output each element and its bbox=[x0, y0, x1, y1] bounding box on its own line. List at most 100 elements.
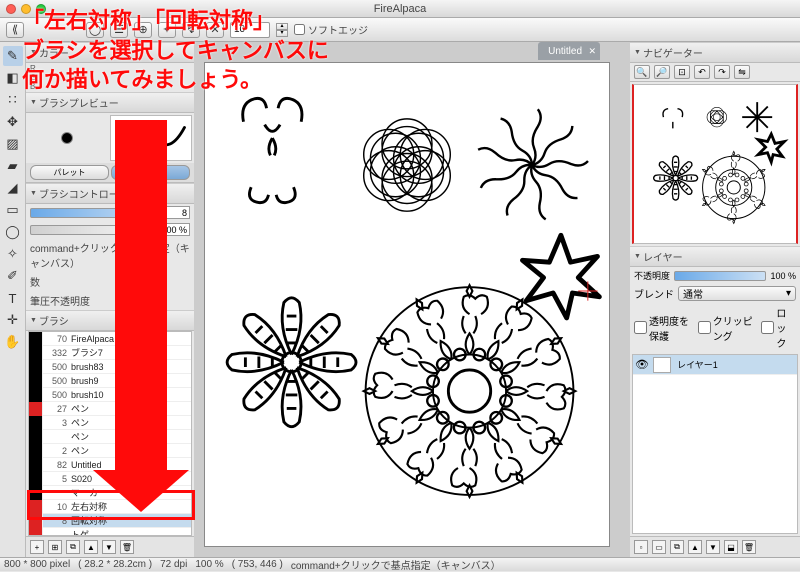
brush-size-label: 500 bbox=[43, 376, 71, 386]
brush-size-label: 2 bbox=[43, 446, 71, 456]
document-tab[interactable]: Untitled✕ bbox=[538, 42, 600, 60]
palette-tab[interactable]: パレット bbox=[30, 165, 109, 180]
flip-button[interactable]: ⇋ bbox=[734, 65, 750, 79]
duplicate-layer-button[interactable]: ⧉ bbox=[670, 540, 684, 554]
status-dpi: 72 dpi bbox=[160, 559, 187, 570]
chevron-down-icon: ▾ bbox=[786, 288, 791, 299]
brush-size-label: 332 bbox=[43, 348, 71, 358]
delete-brush-button[interactable]: 🗑 bbox=[120, 540, 134, 554]
tool-column: ✎ ◧ ∷ ✥ ▨ ▰ ◢ ▭ ◯ ✧ ✐ T ✛ ✋ bbox=[0, 42, 26, 557]
layer-name: レイヤー1 bbox=[673, 358, 718, 371]
canvas-area: Untitled✕ bbox=[194, 42, 630, 557]
select-pen-tool[interactable]: ✐ bbox=[3, 266, 23, 286]
disclosure-icon: ▼ bbox=[634, 253, 641, 260]
navigator-panel-header[interactable]: ▼ナビゲーター bbox=[630, 42, 800, 63]
brush-color-icon bbox=[29, 388, 43, 402]
brush-down-button[interactable]: ▼ bbox=[102, 540, 116, 554]
duplicate-brush-button[interactable]: ⧉ bbox=[66, 540, 80, 554]
lock-checkbox[interactable]: ロック bbox=[761, 305, 796, 350]
move-tool[interactable]: ✥ bbox=[3, 112, 23, 132]
layer-actions: ▫ ▭ ⧉ ▲ ▼ ⬓ 🗑 bbox=[630, 536, 800, 557]
rotate-ccw-button[interactable]: ↶ bbox=[694, 65, 710, 79]
status-cm: ( 28.2 * 28.2cm ) bbox=[78, 559, 152, 570]
clipping-checkbox[interactable]: クリッピング bbox=[698, 305, 756, 350]
opacity-label: 不透明度 bbox=[634, 269, 670, 282]
right-panel-stack: ▼ナビゲーター 🔍 🔎 ⊡ ↶ ↷ ⇋ ▼レイヤー 不透明度 100 % ブレンド… bbox=[630, 42, 800, 557]
merge-layer-button[interactable]: ⬓ bbox=[724, 540, 738, 554]
zoom-in-button[interactable]: 🔍 bbox=[634, 65, 650, 79]
brush-color-icon bbox=[29, 472, 43, 486]
brushpreview-panel-header[interactable]: ▼ブラシプレビュー bbox=[26, 92, 194, 113]
close-tab-icon[interactable]: ✕ bbox=[588, 46, 596, 57]
layer-panel-header[interactable]: ▼レイヤー bbox=[630, 246, 800, 267]
brush-dot-icon bbox=[61, 132, 73, 144]
brush-color-icon bbox=[29, 402, 43, 416]
layer-down-button[interactable]: ▼ bbox=[706, 540, 720, 554]
layer-list[interactable]: 👁 レイヤー1 bbox=[632, 354, 798, 534]
select-lasso-tool[interactable]: ◯ bbox=[3, 222, 23, 242]
brush-list-actions: + ⊞ ⧉ ▲ ▼ 🗑 bbox=[26, 536, 194, 557]
status-hint: command+クリックで基点指定（キャンバス） bbox=[291, 557, 501, 572]
navigator-thumbnail[interactable] bbox=[632, 84, 798, 244]
add-brush-button[interactable]: ⊞ bbox=[48, 540, 62, 554]
app-title: FireAlpaca bbox=[374, 3, 427, 15]
brush-size-label: 500 bbox=[43, 390, 71, 400]
disclosure-icon: ▼ bbox=[30, 190, 37, 197]
brush-size-label: 3 bbox=[43, 418, 71, 428]
fit-button[interactable]: ⊡ bbox=[674, 65, 690, 79]
brush-size-label: 70 bbox=[43, 334, 71, 344]
brush-size-label: 5 bbox=[43, 474, 71, 484]
brush-color-icon bbox=[29, 458, 43, 472]
new-folder-button[interactable]: ▭ bbox=[652, 540, 666, 554]
add-brush-button[interactable]: + bbox=[30, 540, 44, 554]
disclosure-icon: ▼ bbox=[30, 317, 37, 324]
brush-color-icon bbox=[29, 430, 43, 444]
brush-color-icon bbox=[29, 374, 43, 388]
brush-size-label: 500 bbox=[43, 362, 71, 372]
visibility-icon[interactable]: 👁 bbox=[633, 358, 651, 371]
brush-color-icon bbox=[29, 360, 43, 374]
close-window-button[interactable] bbox=[6, 4, 16, 14]
brush-tool[interactable]: ✎ bbox=[3, 46, 23, 66]
brush-size-label: 82 bbox=[43, 460, 71, 470]
text-tool[interactable]: T bbox=[3, 288, 23, 308]
bucket-tool[interactable]: ▰ bbox=[3, 156, 23, 176]
status-coord: ( 753, 446 ) bbox=[232, 559, 283, 570]
disclosure-icon: ▼ bbox=[30, 99, 37, 106]
zoom-out-button[interactable]: 🔎 bbox=[654, 65, 670, 79]
blend-mode-select[interactable]: 通常▾ bbox=[678, 286, 796, 301]
layer-up-button[interactable]: ▲ bbox=[688, 540, 702, 554]
brush-color-icon bbox=[29, 332, 43, 346]
layer-row[interactable]: 👁 レイヤー1 bbox=[633, 355, 797, 375]
fill-tool[interactable]: ▨ bbox=[3, 134, 23, 154]
select-wand-tool[interactable]: ✧ bbox=[3, 244, 23, 264]
layer-thumbnail bbox=[653, 357, 671, 373]
delete-layer-button[interactable]: 🗑 bbox=[742, 540, 756, 554]
eraser-tool[interactable]: ◧ bbox=[3, 68, 23, 88]
opacity-value: 100 % bbox=[770, 271, 796, 281]
protect-alpha-checkbox[interactable]: 透明度を保護 bbox=[634, 305, 692, 350]
brush-color-icon bbox=[29, 528, 43, 537]
hand-tool[interactable]: ✋ bbox=[3, 332, 23, 352]
brush-size-label: 27 bbox=[43, 404, 71, 414]
rotate-cw-button[interactable]: ↷ bbox=[714, 65, 730, 79]
brush-color-icon bbox=[29, 346, 43, 360]
disclosure-icon: ▼ bbox=[634, 49, 641, 56]
brush-up-button[interactable]: ▲ bbox=[84, 540, 98, 554]
eyedropper-tool[interactable]: ✛ bbox=[3, 310, 23, 330]
status-bar: 800 * 800 pixel ( 28.2 * 28.2cm ) 72 dpi… bbox=[0, 557, 800, 571]
dot-tool[interactable]: ∷ bbox=[3, 90, 23, 110]
status-dimensions: 800 * 800 pixel bbox=[4, 559, 70, 570]
new-layer-button[interactable]: ▫ bbox=[634, 540, 648, 554]
status-zoom: 100 % bbox=[195, 559, 223, 570]
annotation-text: 「左右対称」「回転対称」 ブラシを選択してキャンバスに 何か描いてみましょう。 bbox=[22, 6, 329, 95]
brush-color-icon bbox=[29, 416, 43, 430]
layer-opacity-slider[interactable] bbox=[674, 271, 766, 281]
canvas[interactable] bbox=[204, 62, 610, 547]
brush-name-label: トゲ bbox=[71, 528, 191, 536]
blend-label: ブレンド bbox=[634, 286, 674, 301]
annotation-arrow bbox=[115, 120, 189, 512]
gradient-tool[interactable]: ◢ bbox=[3, 178, 23, 198]
select-rect-tool[interactable]: ▭ bbox=[3, 200, 23, 220]
brush-row[interactable]: トゲ bbox=[29, 528, 191, 536]
